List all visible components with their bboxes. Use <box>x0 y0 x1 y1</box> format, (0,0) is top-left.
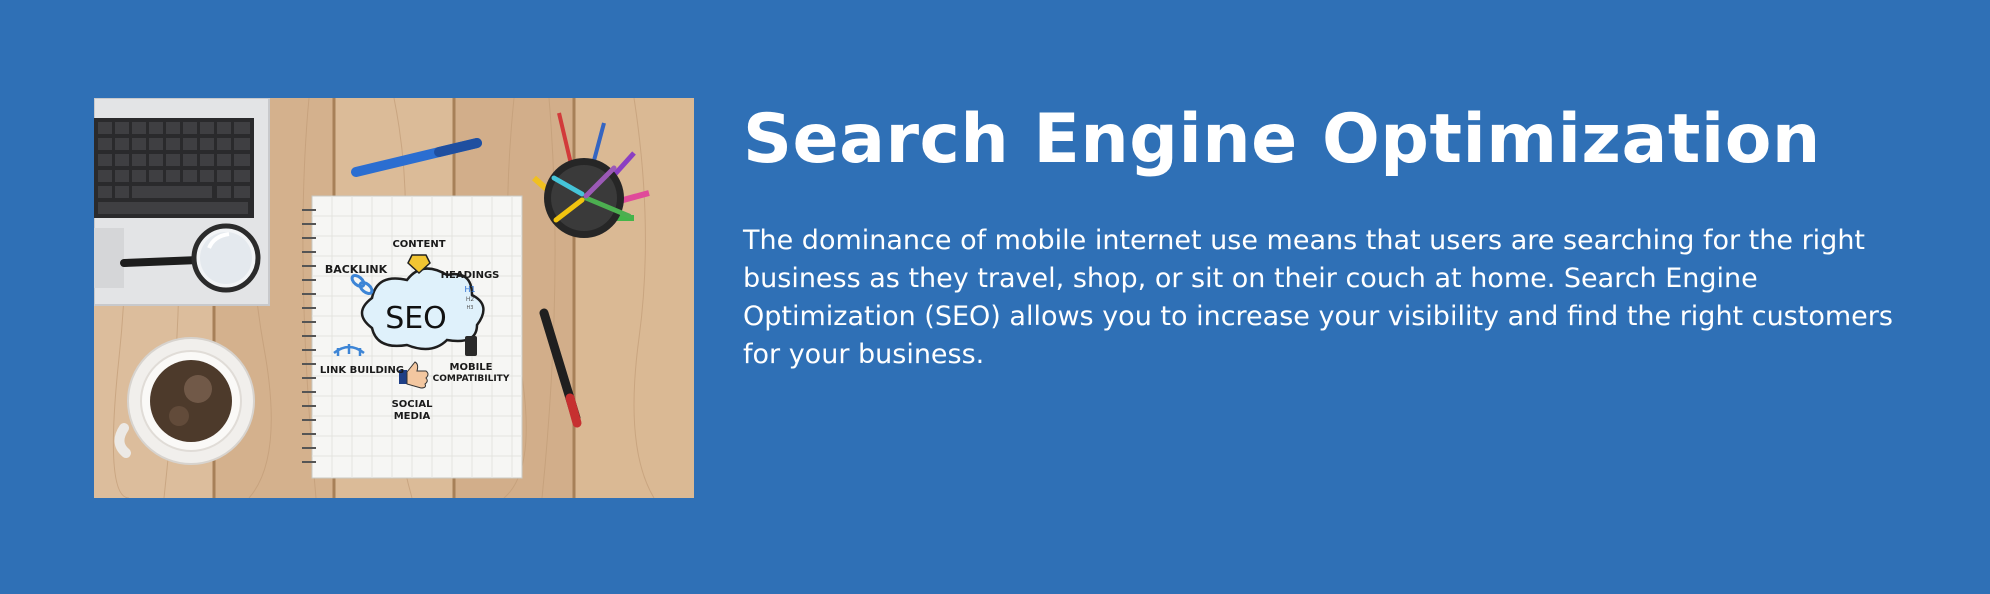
notebook-link-building-label: LINK BUILDING <box>320 365 404 376</box>
notebook-content-label: CONTENT <box>392 239 445 250</box>
seo-illustration: CONTENT BACKLINK HEADINGS H1 H2 H3 SEO L… <box>94 98 694 498</box>
seo-desk-scene: CONTENT BACKLINK HEADINGS H1 H2 H3 SEO L… <box>94 98 694 498</box>
seo-section: CONTENT BACKLINK HEADINGS H1 H2 H3 SEO L… <box>0 0 1990 594</box>
notebook-h1: H1 <box>464 285 475 294</box>
notebook-seo-label: SEO <box>385 301 447 336</box>
section-description: The dominance of mobile internet use mea… <box>743 225 1893 370</box>
notebook-headings-label: HEADINGS <box>441 270 500 281</box>
notebook-backlink-label: BACKLINK <box>325 263 388 276</box>
notebook-social-label: SOCIAL <box>392 399 434 410</box>
seo-notebook: CONTENT BACKLINK HEADINGS H1 H2 H3 SEO L… <box>302 195 523 479</box>
notebook-h3: H3 <box>467 305 474 311</box>
notebook-mobile-label: MOBILE <box>450 362 493 373</box>
phone-icon <box>465 336 477 356</box>
trackpad <box>94 228 124 288</box>
notebook-h2: H2 <box>466 296 475 303</box>
notebook-compatibility-label: COMPATIBILITY <box>433 374 510 384</box>
section-title: Search Engine Optimization <box>743 100 1821 179</box>
notebook-media-label: MEDIA <box>394 411 431 422</box>
